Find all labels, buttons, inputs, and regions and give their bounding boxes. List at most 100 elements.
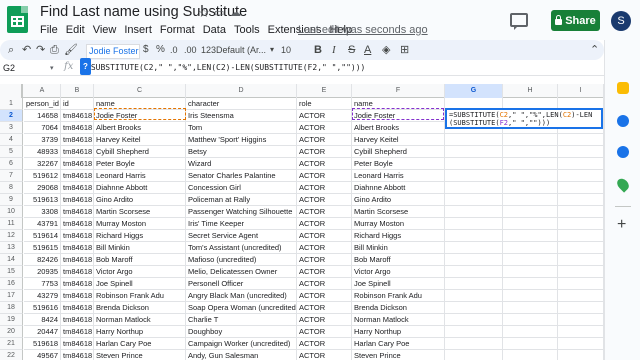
cell-role[interactable]: ACTOR bbox=[297, 266, 352, 278]
cell-name-copy[interactable]: Diahnne Abbott bbox=[352, 182, 445, 194]
empty-cell[interactable] bbox=[558, 290, 604, 302]
empty-cell[interactable] bbox=[503, 206, 558, 218]
column-header-e[interactable]: E bbox=[297, 84, 352, 98]
header-cell-person-id[interactable]: person_id bbox=[24, 98, 61, 110]
empty-cell[interactable] bbox=[445, 134, 503, 146]
cell-id[interactable]: tm84618 bbox=[61, 134, 94, 146]
column-header-b[interactable]: B bbox=[61, 84, 94, 98]
empty-cell[interactable] bbox=[445, 338, 503, 350]
cell-person-id[interactable]: 48933 bbox=[24, 146, 61, 158]
cell-person-id[interactable]: 43791 bbox=[24, 218, 61, 230]
cell-id[interactable]: tm84618 bbox=[61, 254, 94, 266]
cell-id[interactable]: tm84618 bbox=[61, 266, 94, 278]
empty-cell[interactable] bbox=[558, 314, 604, 326]
cell-character[interactable]: Iris' Time Keeper bbox=[186, 218, 297, 230]
fill-color-icon[interactable]: ◈ bbox=[382, 42, 390, 58]
empty-cell[interactable] bbox=[558, 266, 604, 278]
empty-cell[interactable] bbox=[503, 170, 558, 182]
row-header[interactable]: 22 bbox=[0, 350, 23, 360]
row-header[interactable]: 18 bbox=[0, 302, 23, 314]
cell-name[interactable]: Gino Ardito bbox=[94, 194, 186, 206]
empty-cell[interactable] bbox=[558, 254, 604, 266]
cell-person-id[interactable]: 82426 bbox=[24, 254, 61, 266]
cell-role[interactable]: ACTOR bbox=[297, 170, 352, 182]
cell-id[interactable]: tm84618 bbox=[61, 170, 94, 182]
empty-cell[interactable] bbox=[445, 194, 503, 206]
percent-button[interactable]: % bbox=[156, 42, 165, 58]
empty-cell[interactable] bbox=[445, 326, 503, 338]
cell-name-copy[interactable]: Harvey Keitel bbox=[352, 134, 445, 146]
cell-name-copy[interactable]: Murray Moston bbox=[352, 218, 445, 230]
cell-person-id[interactable]: 519614 bbox=[24, 230, 61, 242]
empty-cell[interactable] bbox=[503, 326, 558, 338]
name-box[interactable]: G2 bbox=[3, 61, 55, 75]
cell-name-copy[interactable]: Steven Prince bbox=[352, 350, 445, 360]
search-menus-icon[interactable]: ⌕ bbox=[8, 42, 14, 58]
cell-character[interactable]: Tom's Assistant (uncredited) bbox=[186, 242, 297, 254]
column-header-h[interactable]: H bbox=[503, 84, 558, 98]
font-family-select[interactable]: Default (Ar... bbox=[216, 42, 270, 58]
undo-icon[interactable]: ↶ bbox=[22, 42, 31, 58]
cell-id[interactable]: tm84618 bbox=[61, 290, 94, 302]
empty-cell[interactable] bbox=[445, 206, 503, 218]
cell-person-id[interactable]: 519613 bbox=[24, 194, 61, 206]
cell-name-copy[interactable]: Leonard Harris bbox=[352, 170, 445, 182]
cell-person-id[interactable]: 14658 bbox=[24, 110, 61, 122]
empty-cell[interactable] bbox=[503, 182, 558, 194]
bold-button[interactable]: B bbox=[314, 42, 322, 58]
column-header-a[interactable]: A bbox=[24, 84, 61, 98]
number-format-button[interactable]: 123 bbox=[201, 42, 216, 58]
keep-icon[interactable] bbox=[617, 82, 629, 94]
empty-cell[interactable] bbox=[558, 350, 604, 360]
row-header[interactable]: 16 bbox=[0, 278, 23, 290]
cell-role[interactable]: ACTOR bbox=[297, 242, 352, 254]
empty-cell[interactable] bbox=[503, 158, 558, 170]
sheets-logo-icon[interactable] bbox=[7, 6, 28, 33]
cell-character[interactable]: Soap Opera Woman (uncredited) bbox=[186, 302, 297, 314]
cell-id[interactable]: tm84618 bbox=[61, 302, 94, 314]
row-header[interactable]: 7 bbox=[0, 170, 23, 182]
maps-icon[interactable] bbox=[614, 176, 632, 193]
add-addon-icon[interactable]: + bbox=[617, 217, 626, 233]
cell-person-id[interactable]: 519615 bbox=[24, 242, 61, 254]
cell-role[interactable]: ACTOR bbox=[297, 302, 352, 314]
cell-person-id[interactable]: 519616 bbox=[24, 302, 61, 314]
cell-name[interactable]: Norman Matlock bbox=[94, 314, 186, 326]
cell-name[interactable]: Victor Argo bbox=[94, 266, 186, 278]
empty-cell[interactable] bbox=[445, 242, 503, 254]
cell-role[interactable]: ACTOR bbox=[297, 350, 352, 360]
empty-cell[interactable] bbox=[503, 350, 558, 360]
cell-id[interactable]: tm84618 bbox=[61, 218, 94, 230]
row-header[interactable]: 21 bbox=[0, 338, 23, 350]
cell-name[interactable]: Bill Minkin bbox=[94, 242, 186, 254]
menu-file[interactable]: File bbox=[40, 24, 58, 36]
cell-name[interactable]: Steven Prince bbox=[94, 350, 186, 360]
cell-id[interactable]: tm84618 bbox=[61, 230, 94, 242]
cell-id[interactable]: tm84618 bbox=[61, 122, 94, 134]
cell-name[interactable]: Richard Higgs bbox=[94, 230, 186, 242]
avatar[interactable]: S bbox=[611, 11, 631, 31]
cell-character[interactable]: Angry Black Man (uncredited) bbox=[186, 290, 297, 302]
row-header[interactable]: 3 bbox=[0, 122, 23, 134]
empty-cell[interactable] bbox=[445, 314, 503, 326]
row-header[interactable]: 19 bbox=[0, 314, 23, 326]
increase-decimal-button[interactable]: .00 bbox=[184, 42, 197, 58]
cell-person-id[interactable]: 519618 bbox=[24, 338, 61, 350]
cell-person-id[interactable]: 29068 bbox=[24, 182, 61, 194]
empty-cell[interactable] bbox=[503, 266, 558, 278]
cell-role[interactable]: ACTOR bbox=[297, 290, 352, 302]
cell-name[interactable]: Leonard Harris bbox=[94, 170, 186, 182]
select-all-corner[interactable] bbox=[0, 84, 23, 98]
menu-format[interactable]: Format bbox=[160, 24, 195, 36]
cell-name[interactable]: Robinson Frank Adu bbox=[94, 290, 186, 302]
empty-cell[interactable] bbox=[558, 338, 604, 350]
move-folder-icon[interactable]: ▭ bbox=[214, 6, 224, 19]
cell-person-id[interactable]: 7753 bbox=[24, 278, 61, 290]
cell-name[interactable]: Albert Brooks bbox=[94, 122, 186, 134]
cell-id[interactable]: tm84618 bbox=[61, 182, 94, 194]
empty-cell[interactable] bbox=[503, 146, 558, 158]
formula-input[interactable]: =SUBSTITUTE(C2," ","%",LEN(C2)-LEN(SUBST… bbox=[86, 61, 365, 75]
paint-format-icon[interactable]: 🖌 bbox=[64, 42, 78, 58]
cell-id[interactable]: tm84618 bbox=[61, 206, 94, 218]
empty-cell[interactable] bbox=[558, 326, 604, 338]
